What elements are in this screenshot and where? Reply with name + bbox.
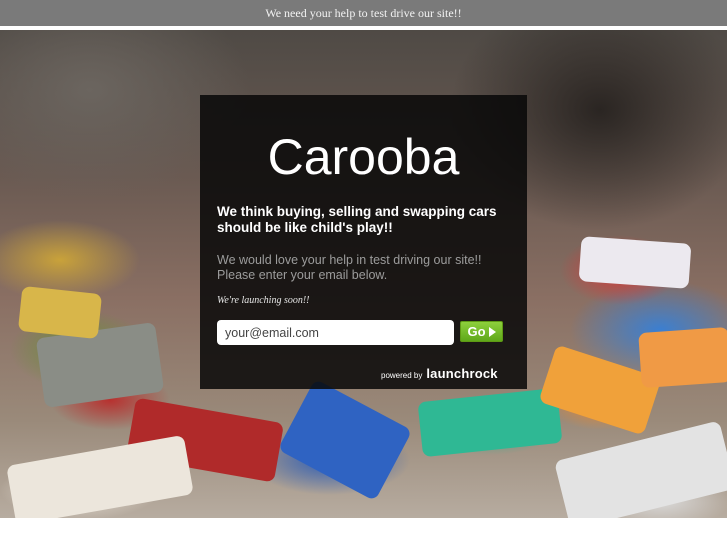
page-footer-space <box>0 518 727 545</box>
go-label: Go <box>467 324 486 339</box>
description-text: We would love your help in test driving … <box>217 253 482 282</box>
tagline: We think buying, selling and swapping ca… <box>217 204 497 235</box>
powered-by-text: powered by <box>381 371 423 380</box>
announcement-bar: We need your help to test drive our site… <box>0 0 727 28</box>
toy-car-shape <box>17 285 103 340</box>
toy-car-shape <box>578 236 692 289</box>
launchrock-logo: launchrock <box>426 366 498 381</box>
signup-panel: Carooba We think buying, selling and swa… <box>200 95 527 389</box>
brand-title: Carooba <box>267 129 460 185</box>
launching-note: We're launching soon!! <box>217 295 310 306</box>
toy-car-shape <box>277 378 413 502</box>
play-arrow-icon <box>488 326 496 337</box>
toy-car-shape <box>554 420 727 518</box>
email-input[interactable] <box>217 320 454 345</box>
toy-car-shape <box>6 434 194 518</box>
announcement-text: We need your help to test drive our site… <box>265 5 462 20</box>
toy-car-shape <box>638 326 727 389</box>
go-button[interactable]: Go <box>460 321 503 342</box>
toy-car-shape <box>35 321 165 409</box>
powered-by-link[interactable]: powered by launchrock <box>381 366 498 381</box>
